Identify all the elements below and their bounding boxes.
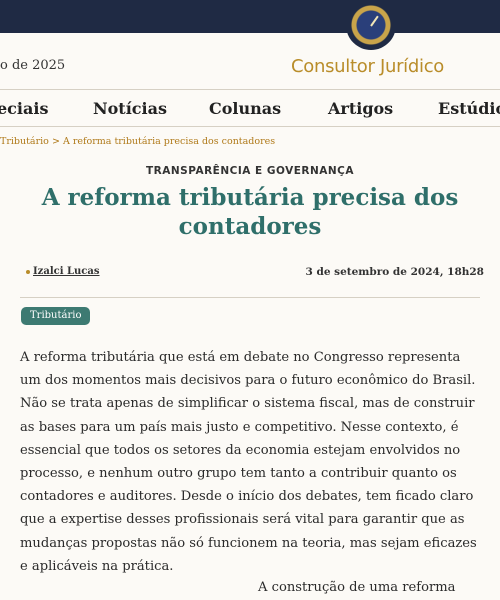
article-author[interactable]: Izalci Lucas — [33, 266, 100, 277]
nav-item-especiais[interactable]: eciais — [0, 99, 48, 118]
article-section[interactable]: TRANSPARÊNCIA E GOVERNANÇA — [0, 165, 500, 177]
article-tag[interactable]: Tributário — [21, 307, 91, 325]
article-title: A reforma tributária precisa dos contado… — [41, 184, 459, 240]
nav-item-estudio[interactable]: Estúdio — [438, 99, 500, 118]
compass-needle — [370, 15, 379, 27]
breadcrumb-separator: > — [51, 136, 60, 147]
header-date: o de 2025 — [0, 58, 66, 73]
nav-item-noticias[interactable]: Notícias — [93, 99, 167, 118]
breadcrumb: Tributário > A reforma tributária precis… — [0, 136, 275, 147]
compass-logo-icon[interactable] — [346, 0, 396, 50]
article-date: 3 de setembro de 2024, 18h28 — [305, 266, 484, 278]
breadcrumb-current: A reforma tributária precisa dos contado… — [62, 136, 276, 147]
article-paragraph-continuation: A construção de uma reforma — [258, 580, 456, 595]
site-brand[interactable]: Consultor Jurídico — [291, 56, 444, 77]
author-bullet-icon — [26, 270, 30, 274]
article-paragraph: A reforma tributária que está em debate … — [20, 350, 477, 574]
top-bar — [0, 0, 500, 33]
nav-item-artigos[interactable]: Artigos — [328, 99, 393, 118]
breadcrumb-parent[interactable]: Tributário — [0, 136, 49, 147]
divider — [20, 297, 480, 298]
nav-item-colunas[interactable]: Colunas — [209, 99, 281, 118]
main-nav: eciais Notícias Colunas Artigos Estúdio — [0, 89, 500, 127]
